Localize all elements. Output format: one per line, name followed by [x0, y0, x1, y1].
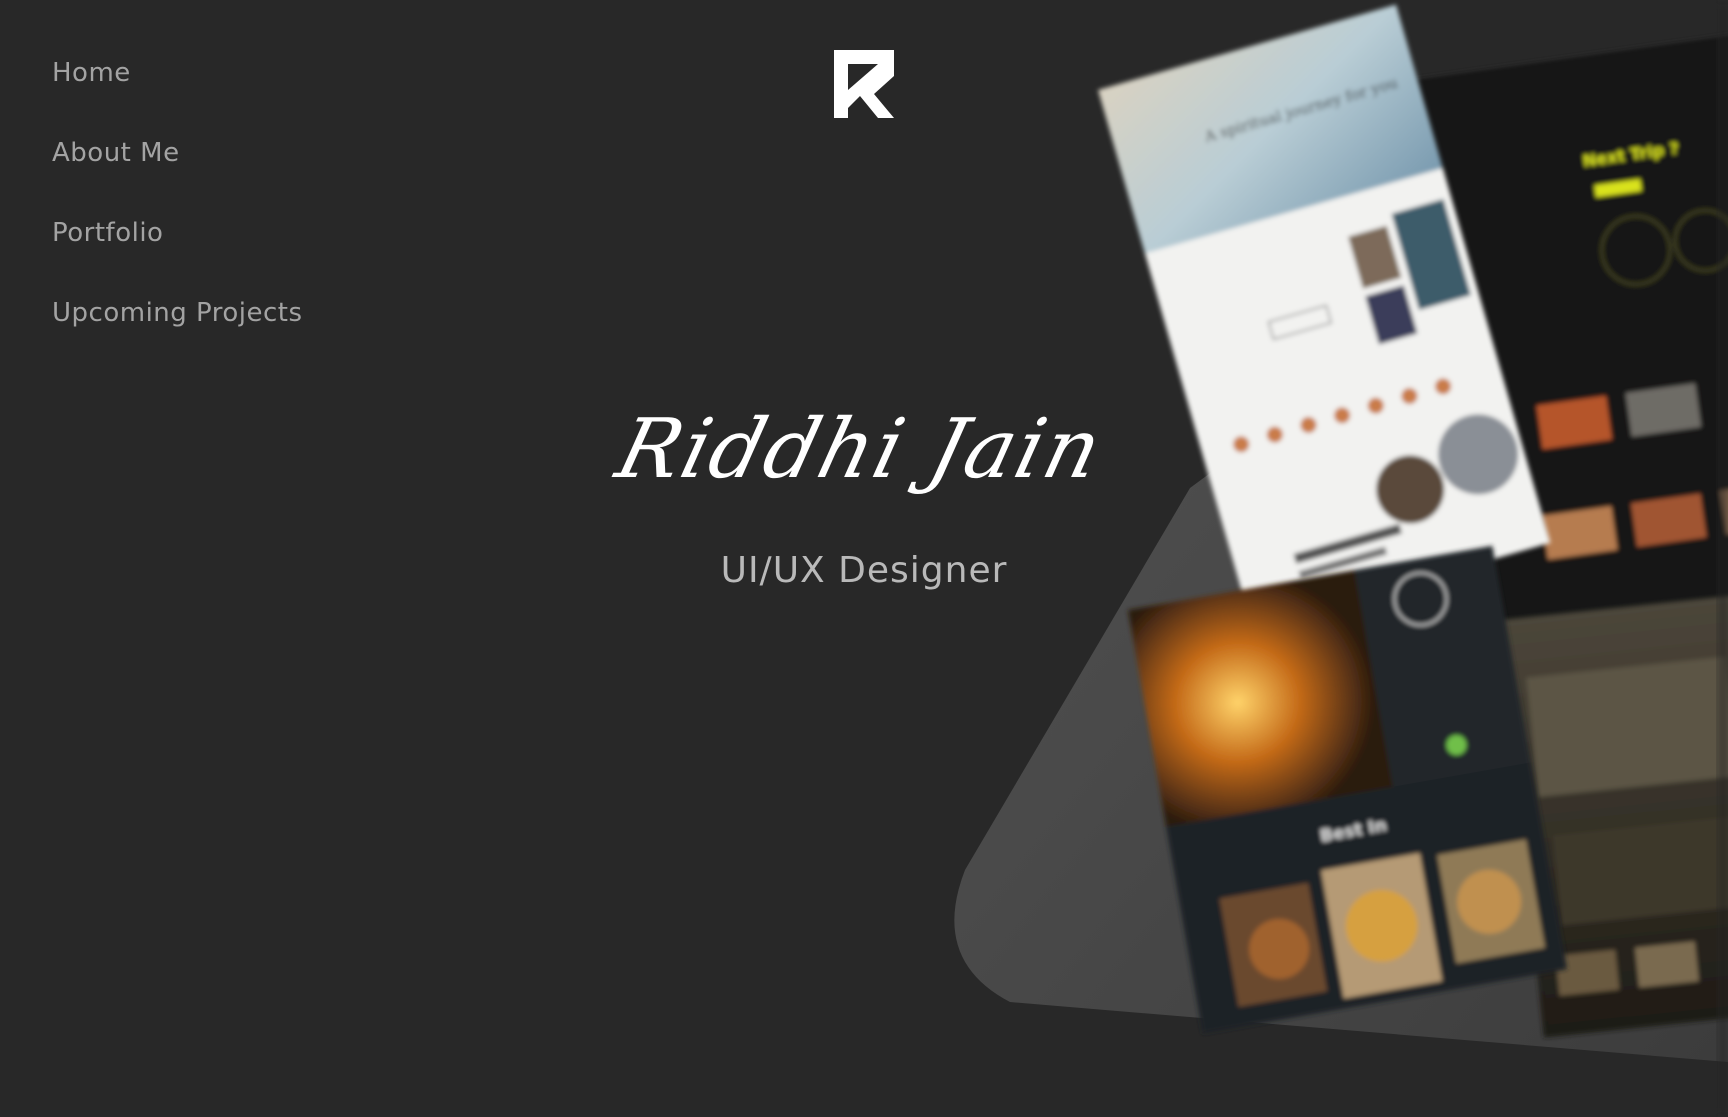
restaurant-heading: Best In	[1319, 816, 1389, 847]
nav-upcoming-projects-link[interactable]: Upcoming Projects	[52, 290, 303, 370]
spiritual-heading: A spiritual journey for you	[1202, 73, 1400, 146]
rj-monogram-logo-icon[interactable]	[834, 50, 894, 118]
designer-name: Riddhi Jain	[607, 402, 1113, 497]
restaurant-mockup: Best In	[1128, 545, 1568, 1034]
nav-about-link[interactable]: About Me	[52, 130, 303, 210]
heritage-mockup	[1500, 594, 1728, 1038]
main-nav: Home About Me Portfolio Upcoming Project…	[52, 50, 303, 370]
travel-heading: Next Trip ?	[1582, 138, 1680, 170]
travel-mockup: Next Trip ?	[1409, 33, 1728, 636]
designer-role: UI/UX Designer	[720, 550, 1008, 591]
nav-home-link[interactable]: Home	[52, 50, 303, 130]
spiritual-mockup: A spiritual journey for you	[1098, 4, 1551, 629]
nav-portfolio-link[interactable]: Portfolio	[52, 210, 303, 290]
